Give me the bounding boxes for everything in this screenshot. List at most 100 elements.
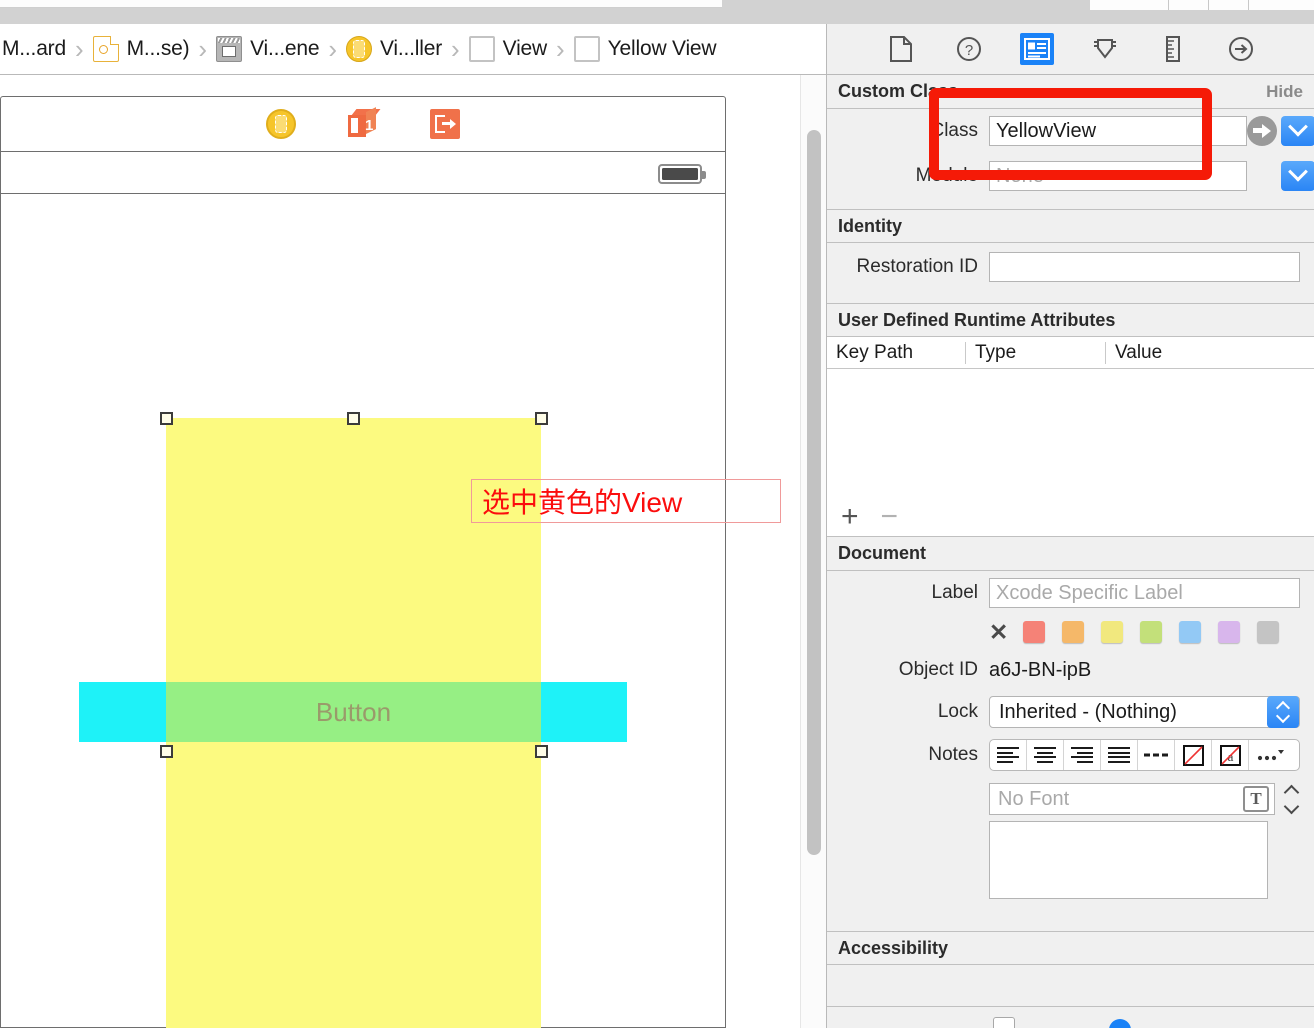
class-dropdown-button[interactable] <box>1281 116 1314 146</box>
document-icon <box>92 36 119 62</box>
runtime-attributes-footer: + − <box>827 497 1314 537</box>
align-center-icon[interactable] <box>1027 740 1064 770</box>
first-responder-cube-icon[interactable]: 1 <box>348 107 381 139</box>
align-justify-icon[interactable] <box>1101 740 1138 770</box>
chrome-right <box>1090 0 1314 10</box>
swatch-purple[interactable] <box>1218 621 1241 643</box>
exit-segue-icon[interactable] <box>430 109 460 139</box>
lock-stepper-icon[interactable] <box>1267 696 1299 728</box>
remove-attribute-button[interactable]: − <box>881 501 899 531</box>
notes-row: Notes a <box>827 733 1314 777</box>
breadcrumb-separator: › <box>328 33 337 64</box>
swatch-gray[interactable] <box>1257 621 1280 643</box>
section-title: Document <box>838 543 927 563</box>
notes-text-row <box>827 821 1314 909</box>
notes-textarea[interactable] <box>989 821 1268 899</box>
custom-class-section-header: Custom Class Hide <box>827 75 1314 109</box>
inspector-toolbar[interactable]: ? <box>827 24 1314 75</box>
file-inspector-icon[interactable] <box>884 33 918 65</box>
swatch-orange[interactable] <box>1062 621 1085 643</box>
module-input[interactable]: None <box>989 161 1247 191</box>
canvas-vertical-scrollbar[interactable] <box>800 75 826 1028</box>
storyboard-canvas[interactable]: 1 Button 选中黄色的View <box>0 75 826 1028</box>
breadcrumb-item-yellow-view[interactable]: Yellow View <box>572 24 719 74</box>
scrollbar-thumb[interactable] <box>807 130 821 855</box>
accessibility-checkbox[interactable] <box>993 1017 1015 1028</box>
selection-handle-top-center[interactable] <box>347 411 360 425</box>
inspector-content: Custom Class Hide Class YellowView Modul… <box>827 75 1314 1028</box>
label-color-swatches[interactable]: ✕ <box>827 615 1314 649</box>
font-row: No Font T <box>827 777 1314 821</box>
breadcrumb-separator: › <box>74 33 84 64</box>
ruler-icon[interactable] <box>1156 33 1190 65</box>
identity-card-icon[interactable] <box>1020 33 1054 65</box>
view-controller-icon <box>345 36 372 62</box>
xcode-label-input[interactable]: Xcode Specific Label <box>989 578 1300 608</box>
notes-format-toolbar[interactable]: a <box>989 739 1300 771</box>
dashes-icon[interactable] <box>1138 740 1175 770</box>
battery-icon <box>658 164 706 184</box>
breadcrumb-separator: › <box>556 33 565 64</box>
module-row: Module None <box>827 153 1314 199</box>
clear-color-button[interactable]: ✕ <box>989 620 1008 644</box>
notes-label: Notes <box>928 744 978 765</box>
selection-handle-top-right[interactable] <box>534 411 548 425</box>
breadcrumb-item-document[interactable]: M...se) <box>91 24 192 74</box>
accessibility-section-header: Accessibility <box>827 931 1314 965</box>
document-pane: Label Xcode Specific Label ✕ Object ID a… <box>827 571 1314 931</box>
section-title: User Defined Runtime Attributes <box>838 309 1116 330</box>
no-fill-icon[interactable] <box>1175 740 1212 770</box>
chrome-divider <box>1168 0 1169 10</box>
question-circle-icon[interactable]: ? <box>952 33 986 65</box>
swatch-red[interactable] <box>1023 621 1046 643</box>
restoration-id-row: Restoration ID <box>827 243 1314 291</box>
breadcrumb-separator: › <box>198 33 208 64</box>
font-stepper-icon[interactable] <box>1279 783 1303 815</box>
runtime-attributes-table-header: Key Path Type Value <box>827 337 1314 369</box>
breadcrumb-label: Vi...ene <box>250 37 320 60</box>
breadcrumb-item-view[interactable]: View <box>467 24 549 74</box>
hide-link[interactable]: Hide <box>1266 82 1303 102</box>
button-control[interactable]: Button <box>166 682 541 742</box>
svg-text:?: ? <box>965 42 973 59</box>
class-input[interactable]: YellowView <box>989 116 1247 146</box>
breadcrumb[interactable]: M...ard › M...se) › Vi...ene › Vi...ller… <box>0 24 826 75</box>
lock-value: Inherited - (Nothing) <box>999 700 1177 723</box>
breadcrumb-item-scene[interactable]: Vi...ene <box>214 24 321 74</box>
align-right-icon[interactable] <box>1064 740 1101 770</box>
add-attribute-button[interactable]: + <box>841 501 859 531</box>
scene-icon <box>216 36 243 62</box>
inspector-panel[interactable]: ? Custom Class Hide Class YellowView Mod… <box>826 24 1314 1028</box>
align-left-icon[interactable] <box>990 740 1027 770</box>
jump-to-definition-icon[interactable] <box>1247 116 1277 146</box>
swatch-blue[interactable] <box>1179 621 1202 643</box>
attributes-shield-icon[interactable] <box>1088 33 1122 65</box>
device-frame[interactable]: Button <box>0 152 726 1028</box>
restoration-id-input[interactable] <box>989 252 1300 282</box>
scene-dock[interactable]: 1 <box>0 96 726 152</box>
module-label: Module <box>915 165 978 186</box>
object-id-label: Object ID <box>898 659 978 680</box>
label-row: Label Xcode Specific Label <box>827 571 1314 615</box>
custom-class-pane: Class YellowView Module None <box>827 109 1314 209</box>
swatch-green[interactable] <box>1140 621 1163 643</box>
lock-popup-button[interactable]: Inherited - (Nothing) <box>989 696 1300 728</box>
font-field[interactable]: No Font T <box>989 783 1275 815</box>
selection-handle-middle-right[interactable] <box>534 744 548 758</box>
arrow-circle-icon[interactable] <box>1224 33 1258 65</box>
selection-handle-top-left[interactable] <box>159 411 173 425</box>
column-value: Value <box>1105 341 1314 364</box>
identity-pane: Restoration ID <box>827 243 1314 303</box>
no-text-color-icon[interactable]: a <box>1212 740 1249 770</box>
breadcrumb-label: Yellow View <box>607 37 717 60</box>
view-controller-dock-icon[interactable] <box>266 109 296 139</box>
module-dropdown-button[interactable] <box>1281 161 1314 191</box>
selection-handle-middle-left[interactable] <box>159 744 173 758</box>
chrome-left <box>0 0 722 8</box>
font-panel-icon[interactable]: T <box>1243 786 1269 812</box>
breadcrumb-item-view-controller[interactable]: Vi...ller <box>344 24 444 74</box>
more-options-icon[interactable] <box>1249 740 1291 770</box>
runtime-attributes-table-body[interactable] <box>827 369 1314 497</box>
breadcrumb-item-storyboard[interactable]: M...ard <box>0 24 68 74</box>
swatch-yellow[interactable] <box>1101 621 1124 643</box>
